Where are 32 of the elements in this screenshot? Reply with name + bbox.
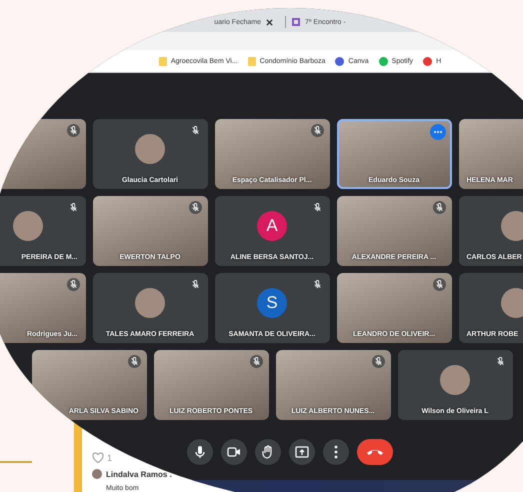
phone-icon [366, 448, 384, 456]
avatar-placeholder [135, 288, 165, 318]
spotify-icon [378, 56, 388, 66]
canva-icon [335, 56, 344, 66]
avatar-placeholder [135, 134, 165, 164]
letter-avatar: S [257, 288, 287, 318]
present-screen-button[interactable] [289, 439, 315, 465]
close-icon[interactable] [266, 19, 273, 26]
like-count: 1 [107, 452, 112, 462]
avatar-circle [92, 469, 102, 479]
comment-author: Lindalva Ramos . [106, 470, 172, 478]
raise-hand-button[interactable] [255, 439, 281, 465]
camera-button[interactable] [221, 439, 247, 465]
tab-favicon-icon [292, 18, 300, 26]
folder-icon [158, 56, 167, 66]
hang-up-button[interactable] [357, 439, 393, 465]
avatar-placeholder [501, 288, 523, 318]
microphone-button[interactable] [187, 439, 213, 465]
more-vertical-icon [334, 445, 338, 459]
microphone-icon [194, 445, 206, 459]
participant-tile[interactable] [0, 119, 86, 189]
avatar-placeholder [13, 211, 43, 241]
avatar-placeholder [440, 365, 470, 395]
present-icon [295, 446, 309, 458]
camera-icon [227, 447, 241, 457]
hand-icon [262, 445, 274, 459]
folder-icon [248, 56, 256, 66]
more-options-button[interactable] [323, 439, 349, 465]
avatar-placeholder [501, 211, 523, 241]
site-icon [423, 56, 432, 66]
letter-avatar: A [257, 211, 287, 241]
heart-icon[interactable] [92, 452, 104, 463]
